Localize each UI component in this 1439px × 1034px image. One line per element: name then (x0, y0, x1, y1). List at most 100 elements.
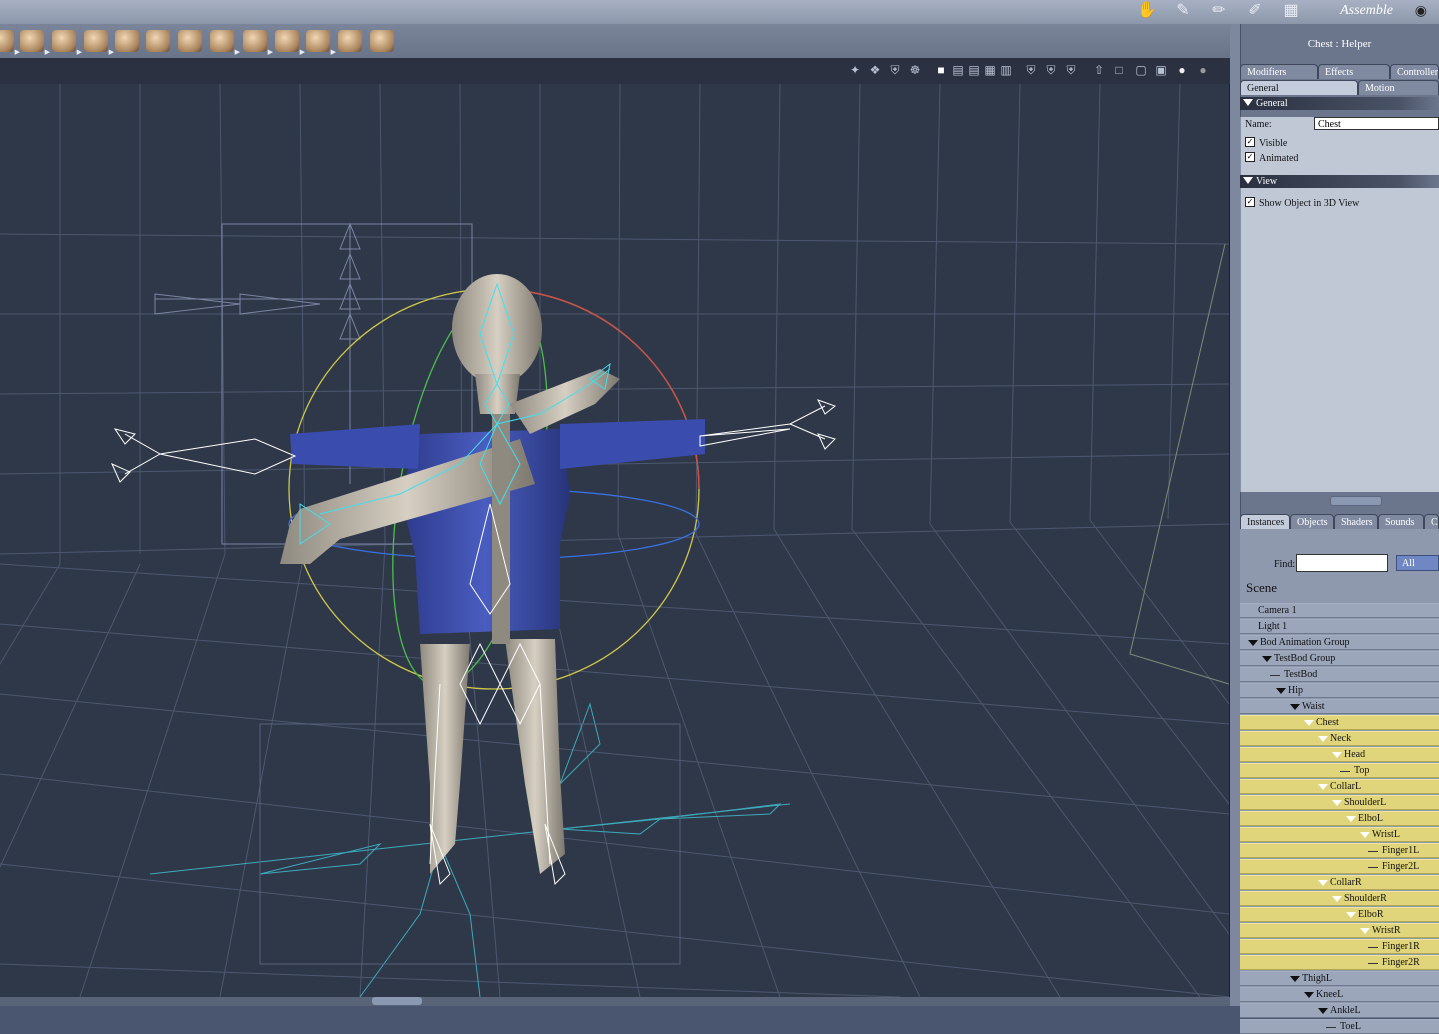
tree-row[interactable]: ShoulderR (1240, 891, 1439, 906)
scene-render[interactable] (0, 84, 1229, 997)
assemble-icon[interactable]: ▦ (1278, 1, 1304, 21)
tree-row[interactable]: TestBod (1240, 667, 1439, 682)
tab-motion[interactable]: Motion (1358, 80, 1439, 95)
tree-row[interactable]: Hip (1240, 683, 1439, 698)
joint-tool[interactable]: ▶ (306, 30, 336, 56)
pivot-icon[interactable]: ❖ (868, 63, 882, 77)
room-label[interactable]: Assemble (1340, 3, 1393, 19)
expand-arrow-icon[interactable] (1248, 640, 1258, 646)
box-wire-icon[interactable]: ▢ (1134, 63, 1148, 77)
tree-row[interactable]: Finger2L (1240, 859, 1439, 874)
shoe-tool[interactable]: ▶ (210, 30, 240, 56)
tree-row[interactable]: Head (1240, 747, 1439, 762)
hands-tool[interactable]: ▶ (20, 30, 50, 56)
tree-row[interactable]: TestBod Group (1240, 651, 1439, 666)
tab-general[interactable]: General (1240, 80, 1358, 95)
tab-effects[interactable]: Effects (1318, 64, 1390, 79)
animated-checkbox[interactable]: ✓ (1245, 152, 1255, 162)
expand-arrow-icon[interactable] (1346, 912, 1356, 918)
expand-arrow-icon[interactable] (1318, 1008, 1328, 1014)
sphere-smooth-icon[interactable]: ● (1175, 63, 1189, 77)
name-input[interactable]: Chest (1314, 117, 1439, 130)
tab-modifiers[interactable]: Modifiers (1240, 64, 1318, 79)
tree-row[interactable]: ThighL (1240, 971, 1439, 986)
tree-row[interactable]: ToeL (1240, 1019, 1439, 1034)
single-view-icon[interactable]: ■ (934, 63, 948, 77)
tree-row[interactable]: Finger1R (1240, 939, 1439, 954)
expand-arrow-icon[interactable] (1346, 816, 1356, 822)
rocks-tool[interactable]: ▶ (84, 30, 114, 56)
visible-checkbox[interactable]: ✓ (1245, 137, 1255, 147)
expand-arrow-icon[interactable] (1290, 704, 1300, 710)
ring-tool[interactable] (338, 30, 362, 52)
tree-row[interactable]: Neck (1240, 731, 1439, 746)
frame-icon[interactable]: □ (1112, 63, 1126, 77)
house-tool[interactable] (146, 30, 170, 52)
box-solid-icon[interactable]: ▣ (1154, 63, 1168, 77)
shield-a-icon[interactable]: ⛨ (1024, 63, 1038, 77)
expand-arrow-icon[interactable] (1318, 736, 1328, 742)
tree-row[interactable]: Camera 1 (1240, 603, 1439, 618)
tab-cl[interactable]: Cl (1424, 514, 1439, 529)
expand-arrow-icon[interactable] (1290, 976, 1300, 982)
tree-row[interactable]: CollarR (1240, 875, 1439, 890)
expand-arrow-icon[interactable] (1262, 656, 1272, 662)
viewport-resize-handle[interactable] (372, 997, 422, 1005)
grass-tool[interactable] (115, 30, 139, 52)
expand-arrow-icon[interactable] (1360, 832, 1370, 838)
sphere-shaded-icon[interactable]: ● (1196, 63, 1210, 77)
move-icon[interactable]: ⛨ (888, 63, 902, 77)
hammer-tool[interactable]: ▶ (243, 30, 273, 56)
expand-arrow-icon[interactable] (1276, 688, 1286, 694)
tree-row[interactable]: WristL (1240, 827, 1439, 842)
four-views-icon[interactable]: ▦ (983, 63, 997, 77)
view-section-header[interactable]: View (1240, 175, 1439, 188)
find-input[interactable] (1296, 554, 1388, 572)
tab-shaders[interactable]: Shaders (1334, 514, 1378, 529)
tree-row[interactable]: Finger1L (1240, 843, 1439, 858)
tab-sounds[interactable]: Sounds (1378, 514, 1424, 529)
expand-arrow-icon[interactable] (1318, 880, 1328, 886)
bone-tool[interactable] (370, 30, 394, 52)
split-view-icon[interactable]: ▥ (999, 63, 1013, 77)
two-views-icon[interactable]: ▤ (951, 63, 965, 77)
tree-row[interactable]: Chest (1240, 715, 1439, 730)
panel-splitter[interactable] (1330, 496, 1382, 506)
expand-arrow-icon[interactable] (1360, 928, 1370, 934)
three-views-icon[interactable]: ▤ (967, 63, 981, 77)
spider-tool[interactable]: ▶ (275, 30, 305, 56)
tree-row[interactable]: Bod Animation Group (1240, 635, 1439, 650)
tree-row[interactable]: CollarL (1240, 779, 1439, 794)
tree-row[interactable]: ShoulderL (1240, 795, 1439, 810)
tree-row[interactable]: Light 1 (1240, 619, 1439, 634)
tree-row[interactable]: Top (1240, 763, 1439, 778)
tab-controllers[interactable]: Controllers (1390, 64, 1439, 79)
lake-tool[interactable]: ▶ (0, 30, 20, 56)
shield-b-icon[interactable]: ⛨ (1044, 63, 1058, 77)
hand-icon[interactable]: ✋ (1134, 1, 1160, 21)
expand-arrow-icon[interactable] (1318, 784, 1328, 790)
character-icon[interactable]: ✎ (1170, 1, 1196, 21)
tree-row[interactable]: KneeL (1240, 987, 1439, 1002)
expand-arrow-icon[interactable] (1304, 720, 1314, 726)
show3d-checkbox[interactable]: ✓ (1245, 197, 1255, 207)
tree-row[interactable]: AnkleL (1240, 1003, 1439, 1018)
tree-row[interactable]: ElboL (1240, 811, 1439, 826)
flame-tool[interactable]: ▶ (52, 30, 82, 56)
eye-icon[interactable]: ◉ (1415, 3, 1427, 20)
expand-arrow-icon[interactable] (1304, 992, 1314, 998)
tree-row[interactable]: Finger2R (1240, 955, 1439, 970)
brush-icon[interactable]: ✐ (1242, 1, 1268, 21)
expand-arrow-icon[interactable] (1332, 752, 1342, 758)
tree-row[interactable]: Waist (1240, 699, 1439, 714)
shield-c-icon[interactable]: ⛨ (1064, 63, 1078, 77)
expand-arrow-icon[interactable] (1332, 800, 1342, 806)
general-section-header[interactable]: General (1240, 97, 1439, 110)
filter-select[interactable]: All (1396, 555, 1439, 571)
rotate-icon[interactable]: ☸ (908, 63, 922, 77)
tab-instances[interactable]: Instances (1240, 514, 1290, 529)
tree-row[interactable]: WristR (1240, 923, 1439, 938)
arrow-up-icon[interactable]: ⇧ (1092, 63, 1106, 77)
tab-objects[interactable]: Objects (1290, 514, 1334, 529)
bowl-tool[interactable] (178, 30, 202, 52)
